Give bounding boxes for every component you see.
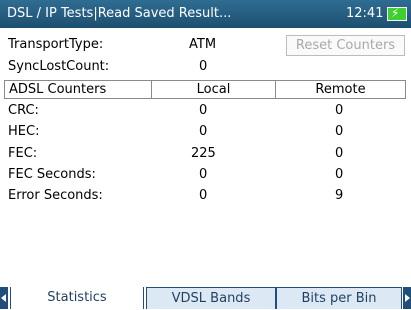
row-remote-value: 0 — [335, 167, 344, 182]
arrow-right-icon — [405, 294, 410, 302]
row-remote-value: 0 — [335, 103, 344, 118]
sync-lost-count-value: 0 — [199, 59, 208, 74]
column-header-remote: Remote — [275, 80, 406, 99]
row-remote-value: 0 — [335, 124, 344, 139]
column-header-local: Local — [151, 80, 276, 99]
row-local-value: 225 — [191, 146, 216, 161]
row-local-value: 0 — [199, 167, 208, 182]
row-local-value: 0 — [199, 124, 208, 139]
sync-lost-count-label: SyncLostCount: — [8, 59, 110, 74]
tab-scroll-right-button[interactable] — [403, 287, 411, 309]
row-label: FEC: — [8, 146, 38, 161]
tab-vdsl-bands[interactable]: VDSL Bands — [146, 287, 276, 309]
clock: 12:41 — [346, 6, 384, 21]
transport-type-label: TransportType: — [8, 37, 104, 52]
row-label: HEC: — [8, 124, 40, 139]
tab-statistics[interactable]: Statistics — [10, 287, 144, 309]
column-header-adsl-counters: ADSL Counters — [4, 80, 152, 99]
row-remote-value: 9 — [335, 188, 344, 203]
row-local-value: 0 — [199, 188, 208, 203]
title-bar: DSL / IP Tests|Read Saved Result... 12:4… — [0, 0, 411, 28]
tab-bits-per-bin[interactable]: Bits per Bin — [276, 287, 402, 309]
row-label: CRC: — [8, 103, 39, 118]
tab-scroll-left-button[interactable] — [0, 287, 8, 309]
arrow-left-icon — [1, 294, 6, 302]
row-label: Error Seconds: — [8, 188, 103, 203]
transport-type-value: ATM — [189, 37, 217, 52]
window-title: DSL / IP Tests|Read Saved Result... — [7, 6, 232, 21]
row-local-value: 0 — [199, 103, 208, 118]
row-label: FEC Seconds: — [8, 167, 96, 182]
row-remote-value: 0 — [335, 146, 344, 161]
reset-counters-button[interactable]: Reset Counters — [286, 35, 405, 56]
battery-charging-icon: ⚡ — [387, 6, 407, 21]
